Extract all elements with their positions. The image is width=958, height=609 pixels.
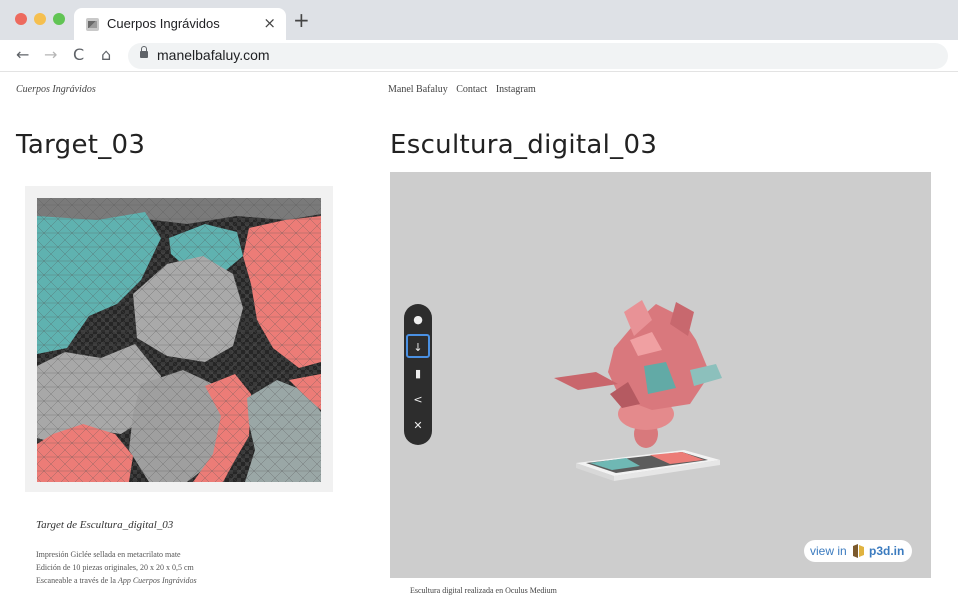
- globe-icon[interactable]: ●: [406, 308, 430, 332]
- target-heading: Target_03: [16, 130, 146, 160]
- target-artwork-image: [37, 198, 321, 482]
- site-name-link[interactable]: Cuerpos Ingrávidos: [16, 84, 96, 95]
- address-bar[interactable]: manelbafaluy.com: [128, 43, 948, 69]
- browser-tab-bar: Cuerpos Ingrávidos × +: [0, 0, 958, 40]
- target-caption-title: Target de Escultura_digital_03: [36, 519, 174, 531]
- sculpture-caption: Escultura digital realizada en Oculus Me…: [410, 586, 557, 595]
- browser-tab[interactable]: Cuerpos Ingrávidos ×: [74, 8, 286, 40]
- sculpture-model[interactable]: [390, 172, 931, 578]
- view-in-label: view in: [810, 544, 847, 558]
- url-text: manelbafaluy.com: [157, 47, 270, 63]
- 3d-model-viewer[interactable]: ● ↓ ▮ < ✕ view in p3d.in: [390, 172, 931, 578]
- window-minimize-button[interactable]: [34, 13, 46, 25]
- target-caption-line: Impresión Giclée sellada en metacrilato …: [36, 550, 181, 559]
- tab-title: Cuerpos Ingrávidos: [107, 16, 220, 31]
- lock-icon: [140, 46, 148, 58]
- target-caption-line: Edición de 10 piezas originales, 20 x 20…: [36, 563, 194, 572]
- sculpture-heading: Escultura_digital_03: [390, 130, 658, 160]
- window-close-button[interactable]: [15, 13, 27, 25]
- nav-link-contact[interactable]: Contact: [456, 84, 487, 95]
- reload-button[interactable]: C: [73, 45, 84, 65]
- fullscreen-icon[interactable]: ✕: [406, 414, 430, 438]
- share-icon[interactable]: <: [406, 388, 430, 412]
- new-tab-button[interactable]: +: [293, 10, 310, 30]
- window-zoom-button[interactable]: [53, 13, 65, 25]
- tab-close-button[interactable]: ×: [263, 14, 276, 32]
- target-caption-line: Escaneable a través de la App Cuerpos In…: [36, 576, 197, 585]
- home-button[interactable]: ⌂: [101, 45, 111, 65]
- nav-link-instagram[interactable]: Instagram: [496, 84, 536, 95]
- viewer-toolbar: ● ↓ ▮ < ✕: [404, 304, 432, 445]
- nav-link-manel-bafaluy[interactable]: Manel Bafaluy: [388, 84, 448, 95]
- arrow-down-icon[interactable]: ↓: [406, 334, 430, 358]
- view-in-p3d-button[interactable]: view in p3d.in: [804, 540, 912, 562]
- p3d-brand-label: p3d.in: [869, 544, 905, 558]
- back-button[interactable]: ←: [16, 45, 29, 65]
- p3d-logo-icon: [853, 544, 864, 558]
- favicon-icon: [86, 18, 99, 31]
- forward-button[interactable]: →: [44, 45, 57, 65]
- browser-toolbar: ← → C ⌂ manelbafaluy.com: [0, 40, 958, 72]
- target-artwork-card: [25, 186, 333, 492]
- caption-prefix: Escaneable a través de la: [36, 576, 118, 585]
- site-nav: Manel Bafaluy Contact Instagram: [388, 84, 542, 95]
- mouse-icon[interactable]: ▮: [406, 362, 430, 386]
- app-name: App Cuerpos Ingrávidos: [117, 576, 197, 585]
